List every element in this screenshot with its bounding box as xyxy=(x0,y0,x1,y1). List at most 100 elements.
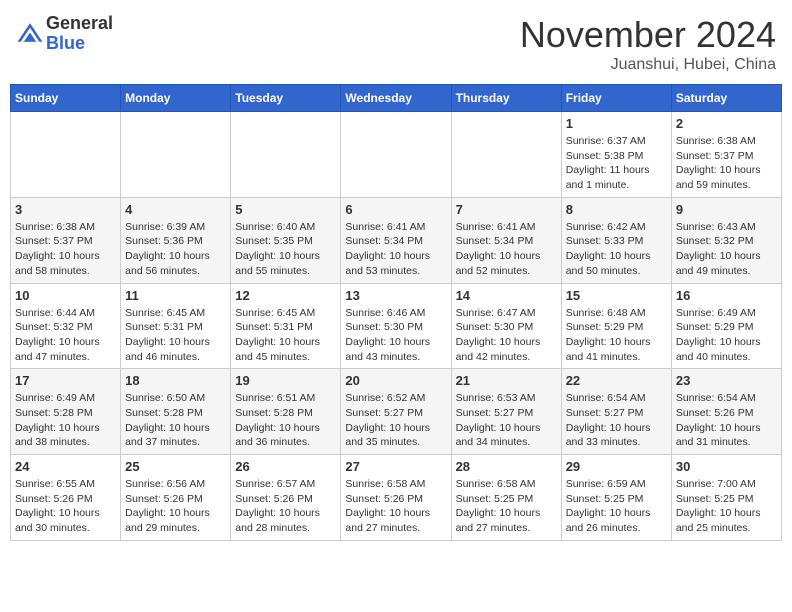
day-header-friday: Friday xyxy=(561,85,671,112)
calendar-cell: 14Sunrise: 6:47 AMSunset: 5:30 PMDayligh… xyxy=(451,283,561,369)
calendar-cell: 22Sunrise: 6:54 AMSunset: 5:27 PMDayligh… xyxy=(561,369,671,455)
calendar-cell: 25 Sunrise: 6:56 AMSunset: 5:26 PMDayligh… xyxy=(121,455,231,541)
day-info: Sunrise: 6:55 AMSunset: 5:26 PMDaylight:… xyxy=(15,477,116,536)
calendar-cell: 27 Sunrise: 6:58 AMSunset: 5:26 PMDayligh… xyxy=(341,455,451,541)
day-info: Sunrise: 6:48 AMSunset: 5:29 PMDaylight:… xyxy=(566,306,667,365)
day-info: Sunrise: 6:49 AMSunset: 5:28 PMDaylight:… xyxy=(15,391,116,450)
calendar-cell: 2 Sunrise: 6:38 AMSunset: 5:37 PMDaylight… xyxy=(671,112,781,198)
day-number: 18 xyxy=(125,373,226,388)
calendar-cell: 17 Sunrise: 6:49 AMSunset: 5:28 PMDayligh… xyxy=(11,369,121,455)
day-info: Sunrise: 6:42 AMSunset: 5:33 PMDaylight:… xyxy=(566,220,667,279)
logo-blue: Blue xyxy=(46,33,85,53)
day-info: Sunrise: 6:44 AMSunset: 5:32 PMDaylight:… xyxy=(15,306,116,365)
calendar-week-5: 24 Sunrise: 6:55 AMSunset: 5:26 PMDayligh… xyxy=(11,455,782,541)
day-info: Sunrise: 6:38 AMSunset: 5:37 PMDaylight:… xyxy=(15,220,116,279)
day-info: Sunrise: 7:00 AMSunset: 5:25 PMDaylight:… xyxy=(676,477,777,536)
page-header: General Blue November 2024 Juanshui, Hub… xyxy=(10,10,782,78)
day-number: 23 xyxy=(676,373,777,388)
calendar-cell: 21Sunrise: 6:53 AMSunset: 5:27 PMDayligh… xyxy=(451,369,561,455)
day-info: Sunrise: 6:50 AMSunset: 5:28 PMDaylight:… xyxy=(125,391,226,450)
day-info: Sunrise: 6:41 AMSunset: 5:34 PMDaylight:… xyxy=(456,220,557,279)
day-info: Sunrise: 6:49 AMSunset: 5:29 PMDaylight:… xyxy=(676,306,777,365)
day-info: Sunrise: 6:43 AMSunset: 5:32 PMDaylight:… xyxy=(676,220,777,279)
day-number: 11 xyxy=(125,288,226,303)
day-number: 1 xyxy=(566,116,667,131)
day-header-saturday: Saturday xyxy=(671,85,781,112)
day-number: 28 xyxy=(456,459,557,474)
day-number: 21 xyxy=(456,373,557,388)
location: Juanshui, Hubei, China xyxy=(520,56,776,74)
day-header-sunday: Sunday xyxy=(11,85,121,112)
calendar-cell: 11 Sunrise: 6:45 AMSunset: 5:31 PMDayligh… xyxy=(121,283,231,369)
day-header-thursday: Thursday xyxy=(451,85,561,112)
day-number: 7 xyxy=(456,202,557,217)
day-info: Sunrise: 6:58 AMSunset: 5:26 PMDaylight:… xyxy=(345,477,446,536)
calendar-cell xyxy=(121,112,231,198)
day-info: Sunrise: 6:46 AMSunset: 5:30 PMDaylight:… xyxy=(345,306,446,365)
day-header-tuesday: Tuesday xyxy=(231,85,341,112)
day-number: 16 xyxy=(676,288,777,303)
day-info: Sunrise: 6:51 AMSunset: 5:28 PMDaylight:… xyxy=(235,391,336,450)
day-number: 25 xyxy=(125,459,226,474)
day-number: 15 xyxy=(566,288,667,303)
day-number: 19 xyxy=(235,373,336,388)
calendar-cell: 1Sunrise: 6:37 AMSunset: 5:38 PMDaylight… xyxy=(561,112,671,198)
day-number: 5 xyxy=(235,202,336,217)
month-title: November 2024 xyxy=(520,14,776,56)
calendar-week-3: 10Sunrise: 6:44 AMSunset: 5:32 PMDayligh… xyxy=(11,283,782,369)
day-header-monday: Monday xyxy=(121,85,231,112)
day-number: 13 xyxy=(345,288,446,303)
day-info: Sunrise: 6:57 AMSunset: 5:26 PMDaylight:… xyxy=(235,477,336,536)
calendar-cell: 15 Sunrise: 6:48 AMSunset: 5:29 PMDayligh… xyxy=(561,283,671,369)
day-number: 26 xyxy=(235,459,336,474)
calendar-week-4: 17 Sunrise: 6:49 AMSunset: 5:28 PMDayligh… xyxy=(11,369,782,455)
calendar-cell: 4 Sunrise: 6:39 AMSunset: 5:36 PMDaylight… xyxy=(121,197,231,283)
day-info: Sunrise: 6:45 AMSunset: 5:31 PMDaylight:… xyxy=(125,306,226,365)
day-number: 12 xyxy=(235,288,336,303)
calendar-cell: 19 Sunrise: 6:51 AMSunset: 5:28 PMDayligh… xyxy=(231,369,341,455)
day-info: Sunrise: 6:56 AMSunset: 5:26 PMDaylight:… xyxy=(125,477,226,536)
calendar-cell: 10Sunrise: 6:44 AMSunset: 5:32 PMDayligh… xyxy=(11,283,121,369)
calendar-table: SundayMondayTuesdayWednesdayThursdayFrid… xyxy=(10,84,782,541)
day-header-wednesday: Wednesday xyxy=(341,85,451,112)
day-info: Sunrise: 6:47 AMSunset: 5:30 PMDaylight:… xyxy=(456,306,557,365)
logo-text: General Blue xyxy=(46,14,113,54)
logo-general: General xyxy=(46,13,113,33)
calendar-cell xyxy=(231,112,341,198)
day-info: Sunrise: 6:38 AMSunset: 5:37 PMDaylight:… xyxy=(676,134,777,193)
day-number: 30 xyxy=(676,459,777,474)
calendar-cell: 28 Sunrise: 6:58 AMSunset: 5:25 PMDayligh… xyxy=(451,455,561,541)
calendar-cell: 18 Sunrise: 6:50 AMSunset: 5:28 PMDayligh… xyxy=(121,369,231,455)
day-info: Sunrise: 6:40 AMSunset: 5:35 PMDaylight:… xyxy=(235,220,336,279)
calendar-week-1: 1Sunrise: 6:37 AMSunset: 5:38 PMDaylight… xyxy=(11,112,782,198)
calendar-cell: 5 Sunrise: 6:40 AMSunset: 5:35 PMDaylight… xyxy=(231,197,341,283)
day-number: 24 xyxy=(15,459,116,474)
calendar-cell xyxy=(11,112,121,198)
day-info: Sunrise: 6:41 AMSunset: 5:34 PMDaylight:… xyxy=(345,220,446,279)
day-number: 27 xyxy=(345,459,446,474)
day-number: 9 xyxy=(676,202,777,217)
calendar-header-row: SundayMondayTuesdayWednesdayThursdayFrid… xyxy=(11,85,782,112)
day-number: 29 xyxy=(566,459,667,474)
day-number: 2 xyxy=(676,116,777,131)
calendar-cell: 23 Sunrise: 6:54 AMSunset: 5:26 PMDayligh… xyxy=(671,369,781,455)
calendar-cell xyxy=(451,112,561,198)
calendar-cell: 6Sunrise: 6:41 AMSunset: 5:34 PMDaylight… xyxy=(341,197,451,283)
calendar-cell: 30 Sunrise: 7:00 AMSunset: 5:25 PMDayligh… xyxy=(671,455,781,541)
calendar-cell xyxy=(341,112,451,198)
day-info: Sunrise: 6:45 AMSunset: 5:31 PMDaylight:… xyxy=(235,306,336,365)
calendar-week-2: 3Sunrise: 6:38 AMSunset: 5:37 PMDaylight… xyxy=(11,197,782,283)
day-info: Sunrise: 6:39 AMSunset: 5:36 PMDaylight:… xyxy=(125,220,226,279)
calendar-cell: 12 Sunrise: 6:45 AMSunset: 5:31 PMDayligh… xyxy=(231,283,341,369)
day-info: Sunrise: 6:58 AMSunset: 5:25 PMDaylight:… xyxy=(456,477,557,536)
calendar-cell: 9 Sunrise: 6:43 AMSunset: 5:32 PMDaylight… xyxy=(671,197,781,283)
calendar-cell: 8Sunrise: 6:42 AMSunset: 5:33 PMDaylight… xyxy=(561,197,671,283)
day-info: Sunrise: 6:52 AMSunset: 5:27 PMDaylight:… xyxy=(345,391,446,450)
day-number: 17 xyxy=(15,373,116,388)
day-info: Sunrise: 6:54 AMSunset: 5:26 PMDaylight:… xyxy=(676,391,777,450)
day-number: 4 xyxy=(125,202,226,217)
logo-icon xyxy=(16,20,44,48)
day-number: 22 xyxy=(566,373,667,388)
day-number: 20 xyxy=(345,373,446,388)
calendar-cell: 24 Sunrise: 6:55 AMSunset: 5:26 PMDayligh… xyxy=(11,455,121,541)
